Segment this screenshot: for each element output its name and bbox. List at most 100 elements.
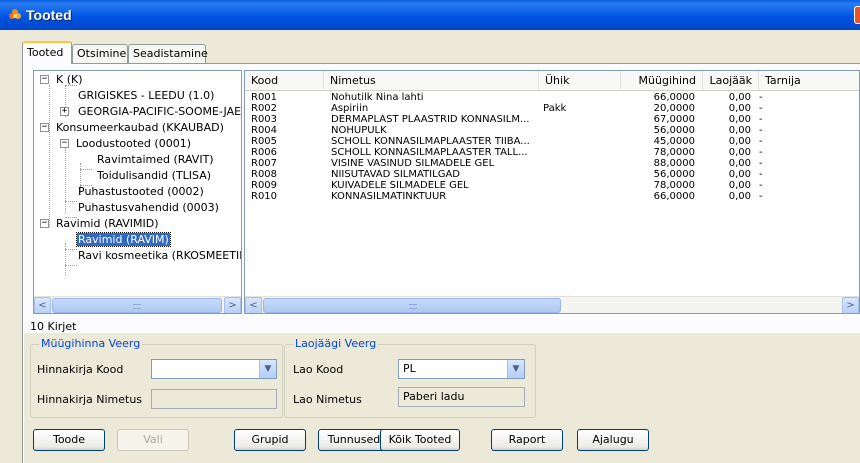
- cell-uhik: [541, 136, 611, 147]
- close-button[interactable]: [854, 6, 860, 24]
- cell-nimetus: KUIVADELE SILMADELE GEL: [331, 180, 469, 191]
- tree-node-label: GEORGIA-PACIFIC-SOOME-JAE: [78, 105, 242, 118]
- koik-tooted-button[interactable]: Kõik Tooted: [380, 429, 460, 451]
- tree-node-label: Ravimid (RAVIMID): [56, 217, 159, 230]
- tree-guide-line: [65, 265, 77, 266]
- table-row[interactable]: R006 SCHOLL KONNASILMAPLAASTER TALL... 78,…: [245, 147, 859, 158]
- column-header-nimetus[interactable]: Nimetus: [324, 71, 539, 91]
- tree-node-toidulisandid[interactable]: Toidulisandid (TLISA): [97, 168, 211, 184]
- cell-nimetus: VISINE VÄSINUD SILMADELE GEL: [331, 158, 495, 169]
- cell-kood: R008: [251, 169, 278, 180]
- cell-kood: R006: [251, 147, 278, 158]
- scroll-left-icon[interactable]: <: [34, 297, 51, 313]
- raport-button[interactable]: Raport: [491, 429, 563, 451]
- tree-hscrollbar[interactable]: < >: [34, 296, 241, 313]
- cell-uhik: [541, 191, 611, 202]
- tree-node-georgia-pacific[interactable]: + GEORGIA-PACIFIC-SOOME-JAE: [60, 104, 241, 120]
- collapse-icon[interactable]: −: [40, 75, 49, 84]
- lao-kood-label: Lao Kood: [293, 363, 344, 376]
- expand-icon[interactable]: +: [60, 107, 69, 116]
- tree-node-puhastustooted[interactable]: Puhastustooted (0002): [78, 184, 204, 200]
- tree-node-grigiskes[interactable]: GRIGISKES - LEEDU (1.0): [78, 88, 214, 104]
- options-panel: Müügihinna Veerg Hinnakirja Kood ▼ Hinna…: [24, 333, 860, 463]
- cell-uhik: [541, 125, 611, 136]
- tree-node-ravimid-group[interactable]: − Ravimid (RAVIMID): [40, 216, 159, 232]
- tree-node-label: Ravimid (RAVIM): [76, 232, 171, 247]
- scroll-thumb[interactable]: [263, 298, 561, 313]
- table-row[interactable]: R009 KUIVADELE SILMADELE GEL 78,0000 0,00-: [245, 180, 859, 191]
- tab-seadistamine[interactable]: Seadistamine: [128, 44, 208, 63]
- window-titlebar[interactable]: Tooted: [0, 0, 860, 30]
- column-header-kood[interactable]: Kood: [245, 71, 324, 91]
- cell-laojaak: 0,00: [728, 114, 751, 125]
- scroll-thumb[interactable]: [52, 298, 222, 313]
- table-row[interactable]: R007 VISINE VÄSINUD SILMADELE GEL 88,0000 0…: [245, 158, 859, 169]
- lao-nimetus-label: Lao Nimetus: [293, 393, 362, 406]
- tree-guide-line: [65, 147, 66, 213]
- hinnakirja-kood-label: Hinnakirja Kood: [37, 363, 124, 376]
- cell-laojaak: 0,00: [728, 125, 751, 136]
- table-hscrollbar[interactable]: < >: [245, 296, 859, 313]
- scroll-left-icon[interactable]: <: [245, 297, 262, 313]
- hinnakirja-nimetus-field: [151, 389, 277, 409]
- tab-otsimine[interactable]: Otsimine: [72, 44, 128, 63]
- cell-laojaak: 0,00: [728, 169, 751, 180]
- tree-guide-line: [65, 201, 77, 202]
- table-row[interactable]: R002 Aspiriin Pakk 20,0000 0,00-: [245, 103, 859, 114]
- chevron-down-icon[interactable]: ▼: [259, 360, 276, 378]
- cell-tarnija: -: [759, 169, 763, 180]
- column-header-muugihind[interactable]: Müügihind: [621, 71, 703, 91]
- table-row[interactable]: R010 KONNASILMATINKTUUR 66,0000 0,00-: [245, 191, 859, 202]
- vali-button[interactable]: Vali: [117, 429, 189, 451]
- cell-muugihind: 66,0000: [653, 92, 695, 103]
- tree-guide-line: [65, 243, 66, 275]
- toode-button[interactable]: Toode: [33, 429, 105, 451]
- cell-nimetus: NOHUPULK: [331, 125, 387, 136]
- tree-node-label: K (K): [56, 73, 83, 86]
- tree-node-label: Ravi kosmeetika (RKOSMEETIKA: [78, 249, 242, 262]
- tree-node-k[interactable]: − K (K): [40, 72, 83, 88]
- table-row[interactable]: R003 DERMAPLAST PLAASTRID KONNASILM... 67,…: [245, 114, 859, 125]
- column-header-tarnija[interactable]: Tarnija: [759, 71, 859, 91]
- cell-kood: R004: [251, 125, 278, 136]
- cell-uhik: [541, 92, 611, 103]
- cell-laojaak: 0,00: [728, 92, 751, 103]
- chevron-down-icon[interactable]: ▼: [507, 360, 524, 378]
- table-row[interactable]: R004 NOHUPULK 56,0000 0,00-: [245, 125, 859, 136]
- table-row[interactable]: R005 SCHOLL KONNASILMAPLAASTER TIIBA... 45…: [245, 136, 859, 147]
- collapse-icon[interactable]: −: [60, 139, 69, 148]
- cell-laojaak: 0,00: [728, 103, 751, 114]
- table-row[interactable]: R008 NIISUTAVAD SILMATILGAD 56,0000 0,00-: [245, 169, 859, 180]
- tree-node-ravimtaimed[interactable]: Ravimtaimed (RAVIT): [97, 152, 214, 168]
- tree-node-puhastusvahendid[interactable]: Puhastusvahendid (0003): [78, 200, 219, 216]
- collapse-icon[interactable]: −: [40, 219, 49, 228]
- cell-kood: R007: [251, 158, 278, 169]
- lao-nimetus-field: Paberi ladu: [398, 387, 525, 407]
- cell-tarnija: -: [759, 191, 763, 202]
- scroll-right-icon[interactable]: >: [224, 297, 241, 313]
- tree-node-label: GRIGISKES - LEEDU (1.0): [78, 89, 215, 102]
- column-header-laojaak[interactable]: Laojääk: [703, 71, 759, 91]
- tab-tooted[interactable]: Tooted: [22, 41, 72, 64]
- table-row[interactable]: R001 Nohutilk Nina lahti 66,0000 0,00-: [245, 92, 859, 103]
- scroll-right-icon[interactable]: >: [842, 297, 859, 313]
- lao-kood-select[interactable]: PL ▼: [398, 359, 525, 379]
- column-header-uhik[interactable]: Ühik: [539, 71, 621, 91]
- tree-node-label: Ravimtaimed (RAVIT): [97, 153, 214, 166]
- collapse-icon[interactable]: −: [40, 123, 49, 132]
- select-value: PL: [403, 362, 416, 375]
- products-table[interactable]: Kood Nimetus Ühik Müügihind Laojääk Tarn…: [244, 70, 860, 314]
- scroll-grip-icon: [409, 304, 417, 309]
- grupid-button[interactable]: Grupid: [234, 429, 306, 451]
- category-tree[interactable]: − K (K) GRIGISKES - LEEDU (1.0) + GEORGI…: [33, 70, 242, 314]
- cell-uhik: [541, 114, 611, 125]
- ajalugu-button[interactable]: Ajalugu: [577, 429, 649, 451]
- hinnakirja-kood-select[interactable]: ▼: [151, 359, 277, 379]
- cell-laojaak: 0,00: [728, 180, 751, 191]
- tree-node-label: Loodustooted (0001): [76, 137, 191, 150]
- tree-node-loodustooted[interactable]: − Loodustooted (0001): [60, 136, 191, 152]
- cell-muugihind: 78,0000: [653, 147, 695, 158]
- tree-node-ravi-kosmeetika[interactable]: Ravi kosmeetika (RKOSMEETIKA: [78, 248, 242, 264]
- tree-node-ravimid-selected[interactable]: Ravimid (RAVIM): [76, 232, 171, 248]
- tree-node-konsumeerkaubad[interactable]: − Konsumeerkaubad (KKAUBAD): [40, 120, 224, 136]
